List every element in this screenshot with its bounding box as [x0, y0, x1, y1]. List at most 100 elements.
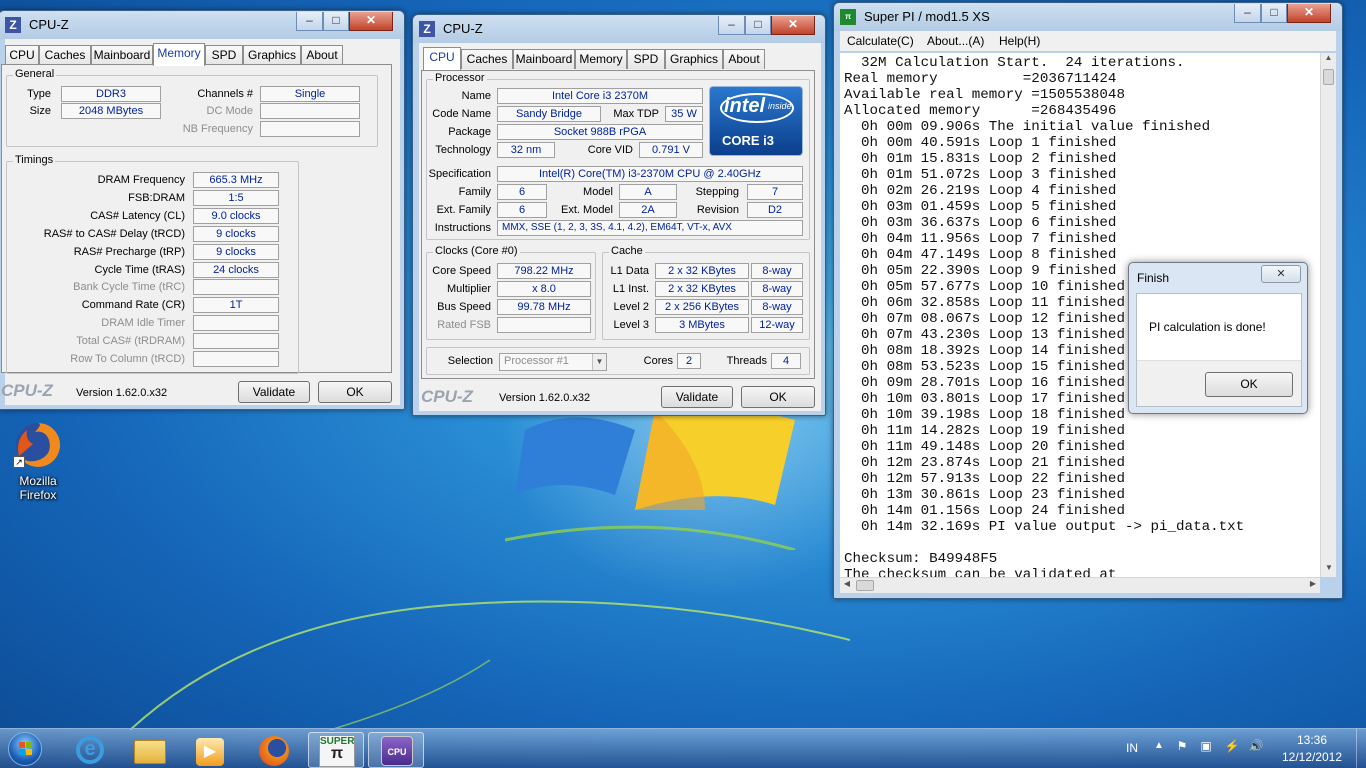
tab-graphics[interactable]: Graphics [243, 45, 301, 65]
console-line: 0h 01m 15.831s Loop 2 finished [844, 151, 1117, 167]
scroll-left-icon[interactable]: ◀ [840, 579, 854, 588]
taskbar-superpi[interactable]: SUPER π [308, 732, 364, 768]
close-button[interactable]: ✕ [349, 12, 393, 31]
start-button[interactable] [4, 731, 46, 767]
scroll-down-icon[interactable]: ▼ [1321, 563, 1337, 577]
close-button[interactable]: ✕ [771, 16, 815, 35]
language-indicator[interactable]: IN [1122, 741, 1142, 755]
scroll-thumb[interactable] [856, 580, 874, 591]
maximize-button[interactable]: □ [323, 12, 349, 31]
cpuz-memory-client: CPU Caches Mainboard Memory SPD Graphics… [1, 39, 400, 405]
taskbar-internet-explorer[interactable]: e [62, 732, 118, 768]
tab-spd[interactable]: SPD [627, 49, 665, 69]
dcmode-label: DC Mode [206, 105, 253, 117]
taskbar-media-player[interactable]: ▶ [182, 732, 238, 768]
console-line: 0h 02m 26.219s Loop 4 finished [844, 183, 1117, 199]
minimize-button[interactable]: – [718, 16, 745, 35]
close-button[interactable]: ✕ [1287, 4, 1331, 23]
tab-about[interactable]: About [723, 49, 765, 69]
desktop-icon-firefox[interactable]: ↗ Mozilla Firefox [10, 420, 66, 510]
console-line: 0h 00m 40.591s Loop 1 finished [844, 135, 1117, 151]
scroll-thumb[interactable] [1323, 69, 1334, 85]
tab-caches[interactable]: Caches [39, 45, 91, 65]
selection-value: Processor #1 [504, 355, 569, 367]
level2-value: 2 x 256 KBytes [655, 299, 749, 315]
show-hidden-icons-icon[interactable]: ▲ [1152, 740, 1166, 751]
tab-spd[interactable]: SPD [205, 45, 243, 65]
tab-about[interactable]: About [301, 45, 343, 65]
minimize-button[interactable]: – [296, 12, 323, 31]
title-bar[interactable]: π Super PI / mod1.5 XS – □ ✕ [834, 3, 1342, 31]
close-button[interactable]: ✕ [1261, 265, 1301, 283]
timing-value: 24 clocks [193, 261, 279, 278]
menu-about[interactable]: About...(A) [927, 34, 984, 48]
type-value: DDR3 [61, 86, 161, 102]
windows-wallpaper-logo [505, 406, 796, 550]
windows-start-icon [8, 732, 42, 766]
dialog-message: PI calculation is done! [1149, 320, 1266, 334]
tab-cpu[interactable]: CPU [423, 47, 461, 70]
console-line: 0h 13m 30.861s Loop 23 finished [844, 487, 1125, 503]
taskbar-cpuz[interactable]: CPU [368, 732, 424, 768]
minimize-button[interactable]: – [1234, 4, 1261, 23]
vertical-scrollbar[interactable]: ▲ ▼ [1320, 53, 1336, 577]
scroll-up-icon[interactable]: ▲ [1321, 53, 1336, 67]
ok-button[interactable]: OK [741, 386, 815, 408]
general-group: General Type DDR3 Size 2048 MBytes Chann… [6, 68, 378, 147]
chevron-down-icon: ▼ [592, 354, 606, 370]
channels-label: Channels # [197, 88, 253, 100]
dialog-title: Finish [1137, 271, 1170, 285]
power-icon[interactable]: ⚡ [1224, 739, 1240, 753]
group-title: Clocks (Core #0) [433, 245, 520, 257]
cpuz-memory-window: Z CPU-Z – □ ✕ CPU Caches Mainboard Memor… [0, 10, 405, 410]
nbfreq-label: NB Frequency [182, 123, 253, 135]
menu-help[interactable]: Help(H) [999, 34, 1040, 48]
tab-cpu[interactable]: CPU [5, 45, 39, 65]
validate-button[interactable]: Validate [661, 386, 733, 408]
clock[interactable]: 13:36 12/12/2012 [1272, 733, 1352, 764]
title-bar[interactable]: Z CPU-Z – □ ✕ [413, 15, 825, 43]
intel-core-label: CORE i3 [722, 133, 775, 148]
console-line: 0h 12m 57.913s Loop 22 finished [844, 471, 1125, 487]
clocks-group: Clocks (Core #0) Core Speed 798.22 MHz M… [426, 245, 596, 340]
console-line: 0h 11m 49.148s Loop 20 finished [844, 439, 1125, 455]
volume-icon[interactable]: 🔊 [1248, 739, 1264, 753]
scroll-right-icon[interactable]: ▶ [1306, 579, 1320, 588]
spec-label: Specification [428, 168, 491, 180]
menu-calculate[interactable]: Calculate(C) [847, 34, 914, 48]
cpuz-cpu-window: Z CPU-Z – □ ✕ CPU Caches Mainboard Memor… [412, 14, 826, 416]
title-bar[interactable]: Z CPU-Z – □ ✕ [0, 11, 404, 39]
show-desktop-button[interactable] [1356, 729, 1366, 768]
maximize-button[interactable]: □ [1261, 4, 1287, 23]
cpuz-cpu-client: CPU Caches Mainboard Memory SPD Graphics… [419, 43, 821, 411]
taskbar-file-explorer[interactable] [122, 732, 178, 768]
tab-mainboard[interactable]: Mainboard [91, 45, 153, 65]
horizontal-scrollbar[interactable]: ◀ ▶ [840, 577, 1320, 593]
timing-value: 9 clocks [193, 225, 279, 242]
taskbar-firefox[interactable] [246, 732, 302, 768]
corevid-value: 0.791 V [639, 142, 703, 158]
window-title: CPU-Z [29, 17, 69, 32]
timing-label: Row To Column (tRCD) [70, 353, 185, 365]
tab-caches[interactable]: Caches [461, 49, 513, 69]
maximize-button[interactable]: □ [745, 16, 771, 35]
ok-button[interactable]: OK [1205, 372, 1293, 397]
corevid-label: Core VID [587, 144, 633, 156]
tab-graphics[interactable]: Graphics [665, 49, 723, 69]
timing-value [193, 333, 279, 350]
ok-button[interactable]: OK [318, 381, 392, 403]
tab-mainboard[interactable]: Mainboard [513, 49, 575, 69]
group-title: Cache [609, 245, 645, 257]
version-text: Version 1.62.0.x32 [499, 392, 591, 404]
timing-value: 665.3 MHz [193, 172, 279, 188]
selection-dropdown[interactable]: Processor #1 ▼ [499, 353, 607, 371]
timing-value: 1:5 [193, 189, 279, 206]
validate-button[interactable]: Validate [238, 381, 310, 403]
device-icon[interactable]: ▣ [1198, 739, 1214, 753]
action-center-icon[interactable]: ⚑ [1174, 739, 1190, 753]
extfamily-value: 6 [497, 202, 547, 218]
console-line: 0h 00m 09.906s The initial value finishe… [844, 119, 1211, 135]
tab-memory[interactable]: Memory [575, 49, 627, 69]
tab-memory[interactable]: Memory [153, 43, 205, 66]
maxtdp-value: 35 W [665, 106, 703, 122]
